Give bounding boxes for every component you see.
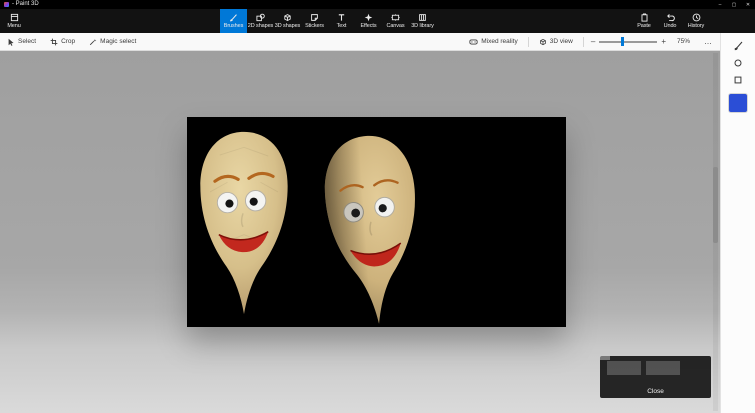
viewport-3d[interactable]: Close [0, 51, 720, 413]
3d-view-label: 3D view [549, 38, 573, 45]
tab-label: Brushes [223, 23, 244, 29]
magic-select-icon [89, 38, 97, 46]
select-button[interactable]: Select [0, 33, 43, 50]
magic-select-button[interactable]: Magic select [82, 33, 143, 50]
tab-label: Effects [360, 23, 377, 29]
overlay-thumbnail [607, 361, 641, 375]
tab-label: Canvas [386, 23, 405, 29]
history-button[interactable]: History [683, 9, 709, 33]
effects-icon [364, 13, 373, 22]
history-icon [692, 13, 701, 22]
3d-view-icon [539, 38, 547, 46]
tab-label: Text [336, 23, 347, 29]
text-icon [337, 13, 346, 22]
tab-label: 3D library [411, 23, 434, 29]
2d-shapes-icon [256, 13, 265, 22]
paste-icon [640, 13, 649, 22]
tab-stickers[interactable]: Stickers [301, 9, 328, 33]
paste-button[interactable]: Paste [631, 9, 657, 33]
maximize-button[interactable]: ▢ [727, 0, 741, 9]
menu-label: Menu [7, 23, 21, 29]
crop-button[interactable]: Crop [43, 33, 82, 50]
zoom-slider-track [599, 41, 658, 43]
vertical-scrollbar[interactable] [713, 53, 718, 411]
panel-marker-button[interactable] [733, 58, 743, 68]
tab-label: 2D shapes [247, 23, 274, 29]
panel-brush-button[interactable] [733, 40, 744, 51]
more-options-button[interactable]: … [697, 37, 720, 46]
ribbon-tabs: Brushes 2D shapes 3D shapes Stickers Tex… [220, 9, 436, 33]
paste-label: Paste [637, 23, 651, 29]
select-icon [7, 38, 15, 46]
brushes-icon [229, 13, 238, 22]
tab-label: 3D shapes [274, 23, 301, 29]
canvas[interactable] [187, 117, 566, 327]
workspace-column: Select Crop Magic select Mixed reality 3… [0, 33, 720, 413]
side-panel [720, 33, 755, 413]
magic-select-label: Magic select [100, 38, 137, 45]
toolbar-divider [527, 36, 529, 47]
model-head-right[interactable] [306, 126, 438, 334]
tab-effects[interactable]: Effects [355, 9, 382, 33]
titlebar: - Paint 3D – ▢ ✕ [0, 0, 755, 9]
overlay-corner-glyph [600, 356, 610, 360]
mixed-reality-icon [469, 38, 478, 46]
model-head-left[interactable] [190, 126, 298, 320]
tab-3d-library[interactable]: 3D library [409, 9, 436, 33]
3d-library-icon [418, 13, 427, 22]
undo-icon [666, 13, 675, 22]
ribbon: Menu Brushes 2D shapes 3D shapes Sticker… [0, 9, 755, 33]
main-area: Select Crop Magic select Mixed reality 3… [0, 33, 755, 413]
undo-label: Undo [663, 23, 677, 29]
history-label: History [687, 23, 705, 29]
color-swatch[interactable] [729, 94, 747, 112]
overlay-content [600, 356, 711, 385]
window-controls: – ▢ ✕ [713, 0, 755, 9]
pixel-pen-icon [733, 75, 743, 85]
scrollbar-thumb[interactable] [713, 167, 718, 243]
app-logo-icon [4, 2, 9, 7]
window-title: - Paint 3D [12, 1, 39, 7]
3d-shapes-icon [283, 13, 292, 22]
minimize-button[interactable]: – [713, 0, 727, 9]
crop-label: Crop [61, 38, 76, 45]
tab-text[interactable]: Text [328, 9, 355, 33]
tab-2d-shapes[interactable]: 2D shapes [247, 9, 274, 33]
notification-overlay: Close [600, 356, 711, 398]
zoom-in-button[interactable]: + [657, 37, 670, 46]
3d-view-button[interactable]: 3D view [532, 33, 580, 50]
panel-pixel-pen-button[interactable] [733, 75, 743, 85]
canvas-icon [391, 13, 400, 22]
close-button[interactable]: ✕ [741, 0, 755, 9]
tab-brushes[interactable]: Brushes [220, 9, 247, 33]
toolbar-divider [582, 36, 584, 47]
tab-canvas[interactable]: Canvas [382, 9, 409, 33]
marker-icon [733, 58, 743, 68]
stickers-icon [310, 13, 319, 22]
paint-3d-app: - Paint 3D – ▢ ✕ Menu Brushes 2D shapes … [0, 0, 755, 413]
ribbon-actions: Paste Undo History [631, 9, 709, 33]
tab-label: Stickers [305, 23, 324, 29]
crop-icon [50, 38, 58, 46]
mixed-reality-label: Mixed reality [481, 38, 518, 45]
zoom-level[interactable]: 75% [670, 38, 697, 45]
mixed-reality-button[interactable]: Mixed reality [462, 33, 524, 50]
undo-button[interactable]: Undo [657, 9, 683, 33]
overlay-thumbnail [646, 361, 680, 375]
menu-button[interactable]: Menu [1, 9, 27, 33]
zoom-slider[interactable] [599, 36, 658, 47]
toolbar: Select Crop Magic select Mixed reality 3… [0, 33, 720, 51]
tab-3d-shapes[interactable]: 3D shapes [274, 9, 301, 33]
overlay-close-button[interactable]: Close [600, 385, 711, 398]
menu-icon [10, 13, 19, 22]
brush-icon [733, 40, 744, 51]
zoom-out-button[interactable]: – [587, 37, 599, 46]
select-label: Select [18, 38, 37, 45]
zoom-slider-thumb[interactable] [621, 37, 625, 46]
